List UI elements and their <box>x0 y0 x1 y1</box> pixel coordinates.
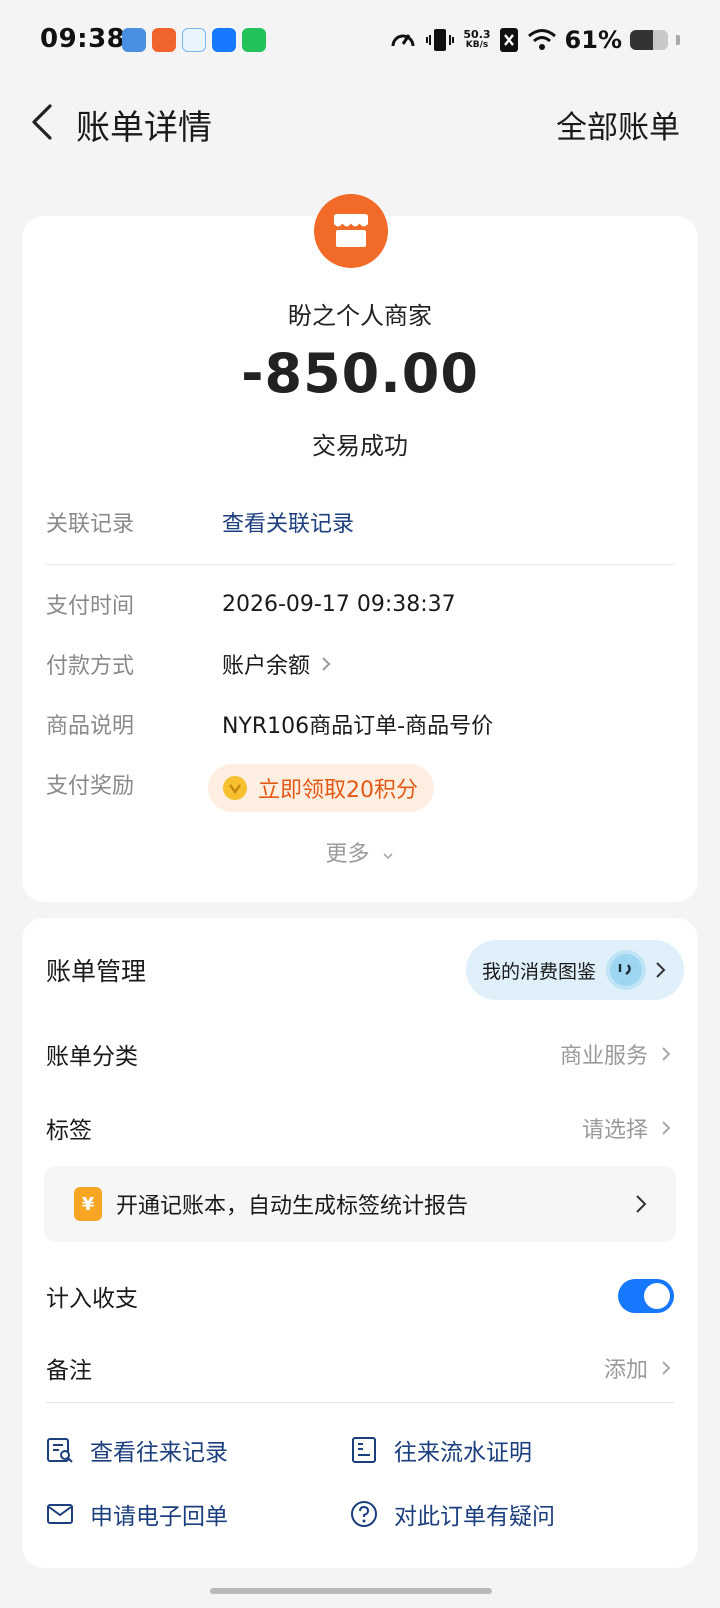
product-desc-row: 商品说明 NYR106商品订单-商品号价 <box>46 704 674 744</box>
divider <box>46 1402 674 1403</box>
speedometer-icon <box>391 34 415 47</box>
tag-value[interactable]: 请选择 <box>582 1112 674 1144</box>
pay-time-row: 支付时间 2026-09-17 09:38:37 <box>46 584 674 624</box>
product-desc-label: 商品说明 <box>46 714 135 739</box>
view-history-text: 查看往来记录 <box>90 1440 228 1466</box>
status-right: 50.3 KB/s 61% <box>389 22 680 58</box>
wechat-icon <box>242 28 266 52</box>
bill-category-value[interactable]: 商业服务 <box>560 1038 674 1070</box>
battery-tip <box>676 35 680 45</box>
open-ledger-banner[interactable]: ¥ 开通记账本，自动生成标签统计报告 <box>44 1166 676 1242</box>
all-bills-link[interactable]: 全部账单 <box>556 102 680 147</box>
statement-proof-button[interactable]: 往来流水证明 <box>350 1428 532 1472</box>
product-desc-value: NYR106商品订单-商品号价 <box>222 714 494 739</box>
net-speed-value: 50.3 <box>463 28 491 41</box>
chevron-right-icon <box>636 1195 647 1213</box>
status-bar: 09:38 50.3 KB/s 61% <box>0 0 720 84</box>
e-receipt-text: 申请电子回单 <box>90 1504 228 1530</box>
claim-points-button[interactable]: 立即领取20积分 <box>208 764 434 812</box>
order-question-text: 对此订单有疑问 <box>394 1504 555 1530</box>
include-in-budget-label: 计入收支 <box>46 1286 138 1312</box>
bill-category-label: 账单分类 <box>46 1044 138 1070</box>
bill-category-text: 商业服务 <box>559 1044 648 1069</box>
no-sim-icon <box>499 28 518 52</box>
bill-category-row[interactable]: 账单分类 商业服务 <box>46 1032 674 1076</box>
statement-proof-text: 往来流水证明 <box>394 1440 532 1466</box>
note-label: 备注 <box>46 1358 92 1384</box>
management-title: 账单管理 <box>46 957 147 986</box>
chevron-right-icon <box>662 1121 671 1135</box>
tag-row[interactable]: 标签 请选择 <box>46 1106 674 1150</box>
view-history-button[interactable]: 查看往来记录 <box>46 1428 228 1472</box>
points-coin-icon <box>223 776 247 800</box>
bill-amount: -850.00 <box>241 342 479 405</box>
ledger-icon: ¥ <box>74 1187 102 1221</box>
status-time: 09:38 <box>40 24 126 54</box>
order-question-button[interactable]: 对此订单有疑问 <box>350 1492 555 1536</box>
chevron-right-icon <box>322 657 331 671</box>
tag-placeholder: 请选择 <box>581 1118 648 1143</box>
notification-icons <box>122 28 266 52</box>
divider <box>46 564 674 565</box>
include-in-budget-toggle[interactable] <box>618 1279 674 1313</box>
spending-gallery-button[interactable]: 我的消费图鉴 <box>465 940 684 1000</box>
related-record-label: 关联记录 <box>46 512 135 537</box>
chevron-right-icon <box>656 962 666 978</box>
bill-management-card: 账单管理 我的消费图鉴 账单分类 商业服务 标签 请选择 ¥ 开通记账本，自动生… <box>22 918 698 1568</box>
bill-detail-card: 盼之个人商家 -850.00 交易成功 关联记录 查看关联记录 支付时间 202… <box>22 194 698 902</box>
pay-method-label: 付款方式 <box>46 654 135 679</box>
include-in-budget-row: 计入收支 <box>46 1274 674 1318</box>
app-notification-icon <box>152 28 176 52</box>
nav-header: 账单详情 全部账单 <box>0 84 720 160</box>
mail-icon <box>47 1504 73 1524</box>
reward-label: 支付奖励 <box>46 774 135 799</box>
claim-points-text: 立即领取20积分 <box>258 778 418 803</box>
net-speed: 50.3 KB/s <box>463 29 490 51</box>
open-ledger-text: 开通记账本，自动生成标签统计报告 <box>116 1194 469 1219</box>
page-title: 账单详情 <box>76 108 212 148</box>
merchant-logo <box>314 194 388 268</box>
chevron-right-icon <box>662 1047 671 1061</box>
battery-fill <box>630 30 654 50</box>
pay-time-value: 2026-09-17 09:38:37 <box>222 591 456 617</box>
app-notification-icon <box>122 28 146 52</box>
reward-row: 支付奖励 立即领取20积分 <box>46 764 674 812</box>
pay-method-text: 账户余额 <box>222 654 311 679</box>
note-row[interactable]: 备注 添加 <box>46 1346 674 1390</box>
app-notification-icon <box>212 28 236 52</box>
wifi-icon <box>527 29 556 50</box>
record-search-icon <box>47 1438 73 1463</box>
back-arrow-icon <box>32 104 52 140</box>
app-notification-icon <box>182 28 206 52</box>
pay-time-label: 支付时间 <box>46 594 135 619</box>
toggle-knob <box>644 1283 670 1309</box>
chevron-right-icon <box>662 1361 671 1375</box>
view-related-record-link[interactable]: 查看关联记录 <box>222 506 354 538</box>
ledger-icon-glyph: ¥ <box>81 1193 95 1215</box>
merchant-name: 盼之个人商家 <box>288 302 432 330</box>
e-receipt-button[interactable]: 申请电子回单 <box>46 1492 228 1536</box>
related-record-row: 关联记录 查看关联记录 <box>46 502 674 542</box>
battery-percent: 61% <box>564 26 622 54</box>
back-button[interactable] <box>22 100 62 144</box>
transaction-status: 交易成功 <box>312 432 408 460</box>
mascot-icon <box>606 950 646 990</box>
shop-icon <box>333 214 369 247</box>
chevron-down-icon <box>382 853 393 860</box>
home-indicator[interactable] <box>210 1588 492 1594</box>
pay-method-value[interactable]: 账户余额 <box>222 648 334 680</box>
more-text: 更多 <box>325 842 370 867</box>
help-icon <box>351 1501 377 1527</box>
battery-icon <box>630 30 668 50</box>
note-add-text: 添加 <box>603 1358 648 1383</box>
tag-label: 标签 <box>46 1118 92 1144</box>
net-speed-unit: KB/s <box>465 40 489 50</box>
note-value[interactable]: 添加 <box>604 1352 674 1384</box>
pay-method-row[interactable]: 付款方式 账户余额 <box>46 644 674 684</box>
vibrate-icon <box>426 29 455 51</box>
spending-gallery-text: 我的消费图鉴 <box>481 960 596 983</box>
more-toggle[interactable]: 更多 <box>22 836 698 868</box>
document-icon <box>352 1437 376 1463</box>
